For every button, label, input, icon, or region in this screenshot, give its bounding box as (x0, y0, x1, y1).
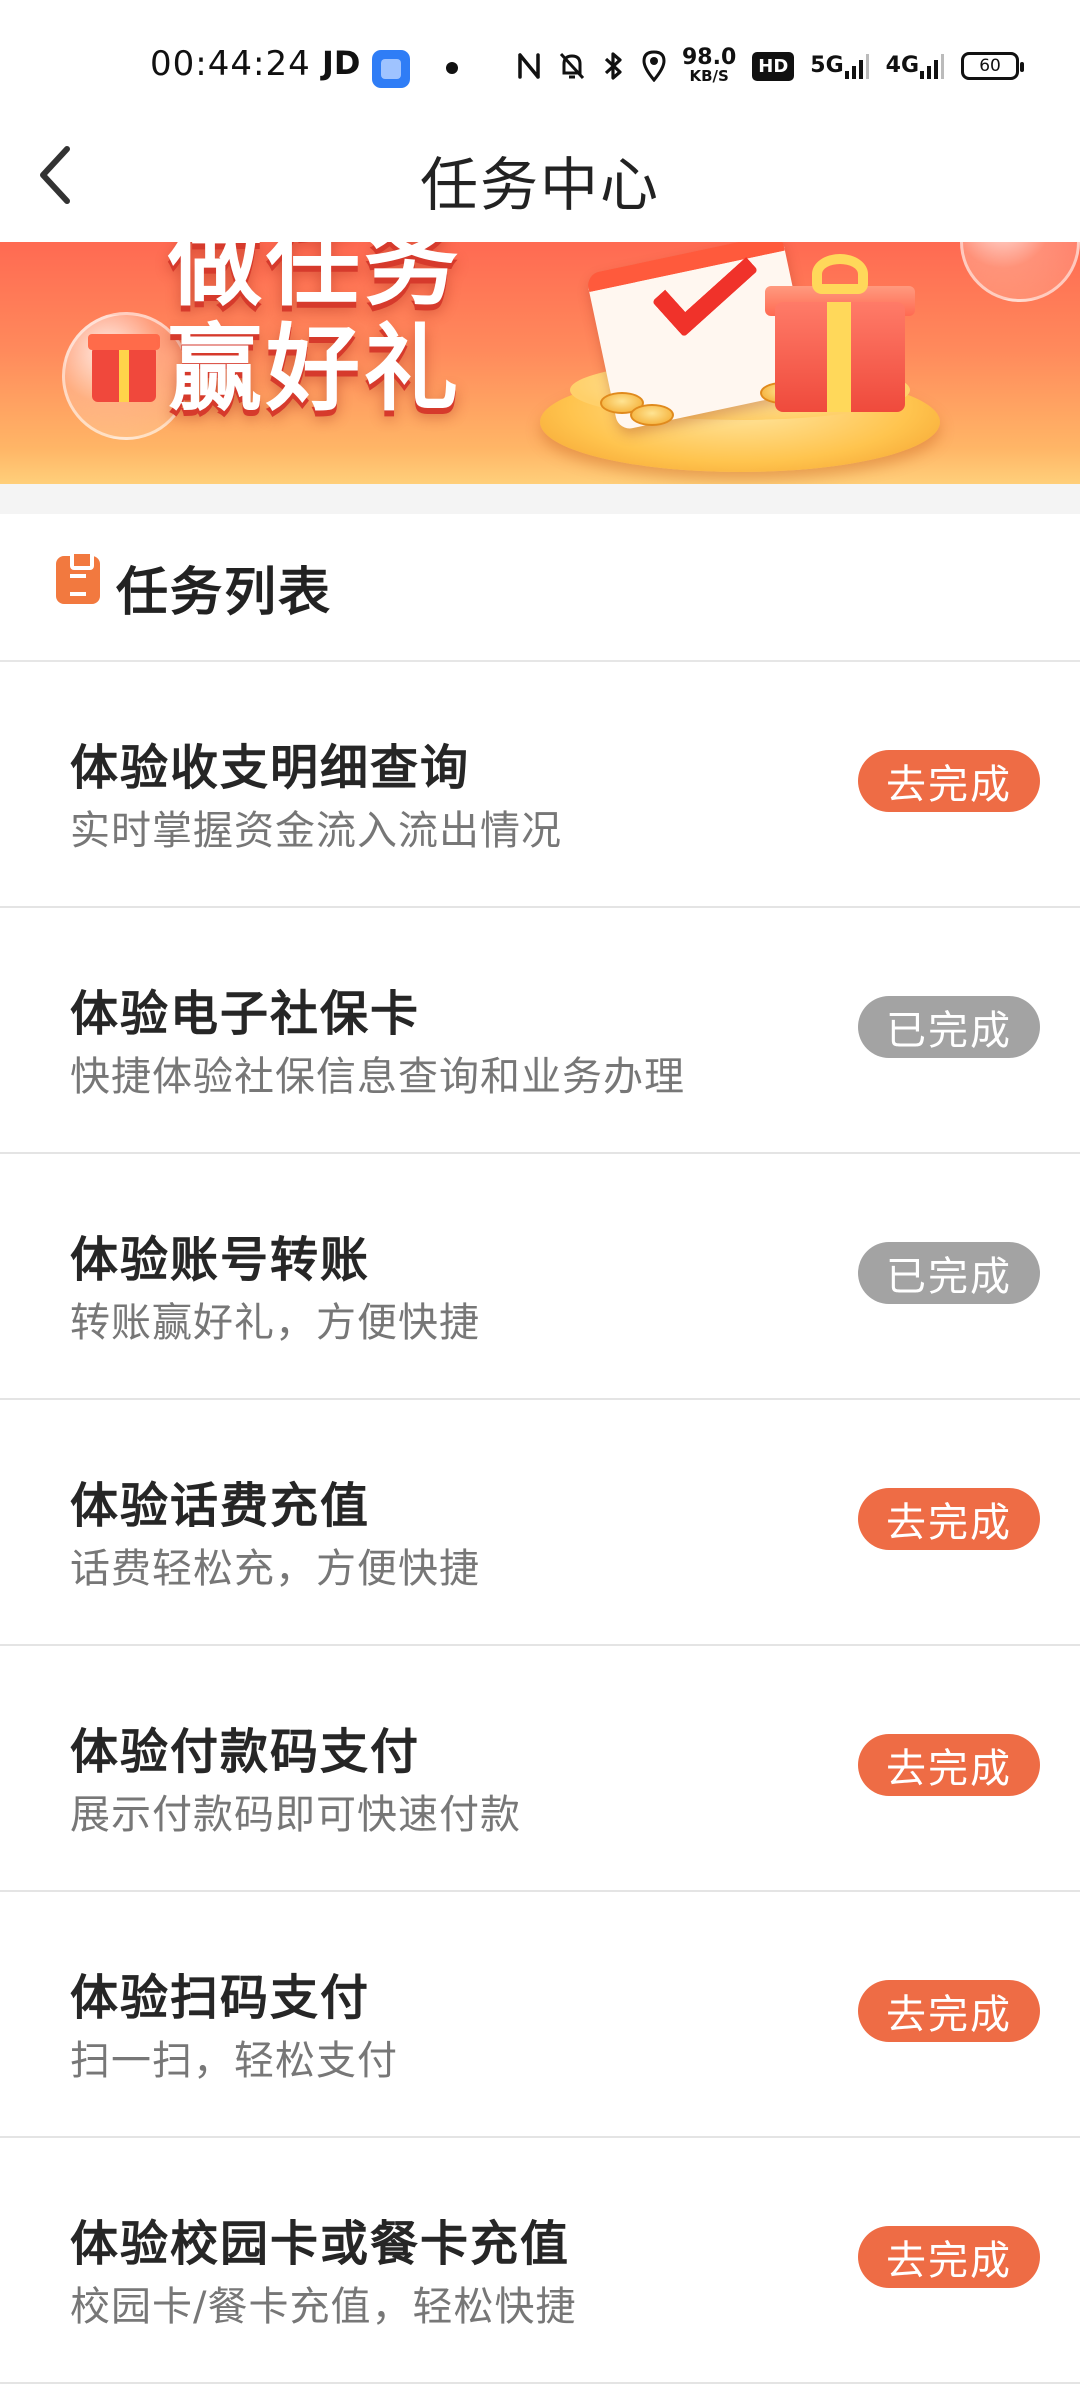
net-speed-unit: KB/S (689, 67, 729, 86)
coin-icon (630, 404, 674, 426)
gift-bow-decoration (812, 254, 868, 294)
promo-banner[interactable]: 做任务 赢好礼 (0, 242, 1080, 484)
task-title: 体验校园卡或餐卡充值 (70, 2216, 571, 2272)
battery-icon: 60 (961, 52, 1025, 80)
status-time: 00:44:24 (150, 44, 311, 84)
bluetooth-icon (602, 50, 626, 82)
net-speed: 98.0 KB/S (682, 45, 737, 86)
hd-icon: HD (752, 51, 795, 81)
task-title: 体验收支明细查询 (70, 740, 471, 796)
task-title: 体验账号转账 (70, 1232, 371, 1288)
signal-4g-icon: 4G (886, 51, 945, 81)
section-divider (0, 484, 1080, 514)
task-description: 实时掌握资金流入流出情况 (70, 808, 562, 854)
go-complete-button[interactable]: 去完成 (858, 2226, 1040, 2288)
mute-icon (558, 51, 586, 81)
go-complete-button[interactable]: 去完成 (858, 1488, 1040, 1550)
net-speed-value: 98.0 (682, 45, 737, 71)
task-title: 体验扫码支付 (70, 1970, 371, 2026)
nav-bar: 任务中心 (0, 120, 1080, 242)
page-title: 任务中心 (419, 151, 660, 219)
nfc-icon (516, 51, 542, 81)
gift-box-icon (775, 302, 905, 412)
banner-line2: 赢好礼 (168, 315, 463, 425)
task-row: 体验扫码支付 扫一扫，轻松支付 去完成 (0, 1892, 1080, 2138)
task-list-title: 任务列表 (116, 563, 333, 623)
task-description: 扫一扫，轻松支付 (70, 2038, 398, 2084)
task-row: 体验校园卡或餐卡充值 校园卡/餐卡充值，轻松快捷 去完成 (0, 2138, 1080, 2384)
app-notification-icon (372, 50, 410, 88)
signal-5g-label: 5G (810, 53, 844, 78)
signal-5g-icon: 5G (810, 51, 869, 81)
gift-icon (88, 334, 160, 402)
bubble-decoration (960, 242, 1080, 302)
task-list-header: 任务列表 (0, 514, 1080, 662)
signal-4g-label: 4G (885, 53, 920, 78)
status-carrier-label: JD (322, 44, 361, 82)
completed-button[interactable]: 已完成 (858, 1242, 1040, 1304)
task-row: 体验电子社保卡 快捷体验社保信息查询和业务办理 已完成 (0, 908, 1080, 1154)
task-title: 体验话费充值 (70, 1478, 371, 1534)
task-description: 转账赢好礼，方便快捷 (70, 1300, 480, 1346)
banner-line1: 做任务 (168, 242, 463, 319)
go-complete-button[interactable]: 去完成 (858, 750, 1040, 812)
banner-headline: 做任务 赢好礼 (168, 242, 462, 423)
task-description: 校园卡/餐卡充值，轻松快捷 (70, 2284, 577, 2330)
status-bar: 00:44:24 JD 98.0 KB/S HD 5G 4G 60 (0, 0, 1080, 120)
go-complete-button[interactable]: 去完成 (858, 1980, 1040, 2042)
task-description: 话费轻松充，方便快捷 (70, 1546, 480, 1592)
clipboard-icon (56, 550, 100, 604)
task-list: 体验收支明细查询 实时掌握资金流入流出情况 去完成 体验电子社保卡 快捷体验社保… (0, 662, 1080, 2384)
task-row: 体验付款码支付 展示付款码即可快速付款 去完成 (0, 1646, 1080, 1892)
task-description: 快捷体验社保信息查询和业务办理 (70, 1054, 685, 1100)
status-icons: 98.0 KB/S HD 5G 4G 60 (516, 45, 1025, 86)
task-row: 体验账号转账 转账赢好礼，方便快捷 已完成 (0, 1154, 1080, 1400)
completed-button[interactable]: 已完成 (858, 996, 1040, 1058)
task-title: 体验付款码支付 (70, 1724, 421, 1780)
task-row: 体验话费充值 话费轻松充，方便快捷 去完成 (0, 1400, 1080, 1646)
task-row: 体验收支明细查询 实时掌握资金流入流出情况 去完成 (0, 662, 1080, 908)
go-complete-button[interactable]: 去完成 (858, 1734, 1040, 1796)
task-title: 体验电子社保卡 (70, 986, 421, 1042)
location-icon (642, 50, 666, 82)
task-description: 展示付款码即可快速付款 (70, 1792, 521, 1838)
notification-dot-icon (446, 62, 458, 74)
